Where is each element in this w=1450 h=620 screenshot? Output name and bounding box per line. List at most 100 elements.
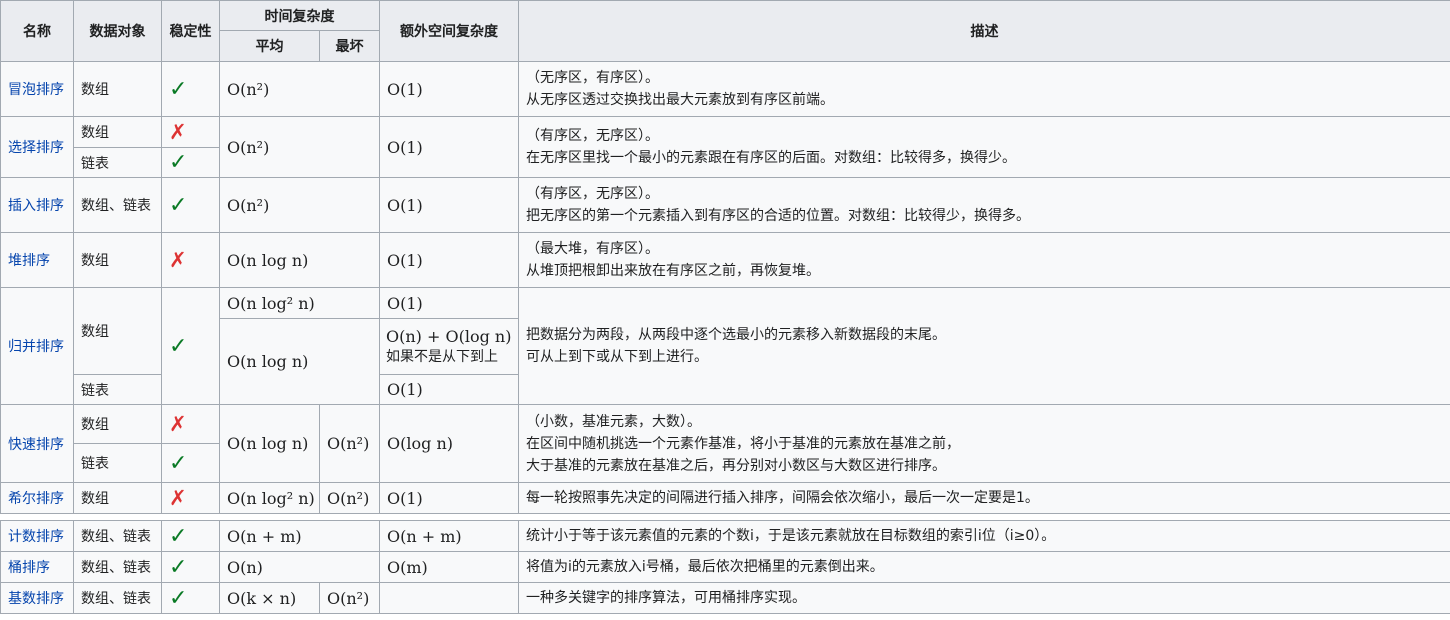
time-complexity: O(n log² n) [219, 287, 380, 319]
space-complexity: O(n) + O(log n) 如果不是从下到上 [379, 318, 519, 375]
description-line: （小数，基准元素，大数）。 [526, 413, 701, 430]
time-complexity-worst: O(n²) [319, 582, 380, 614]
time-complexity: O(n log n) [219, 318, 380, 405]
description: 每一轮按照事先决定的间隔进行插入排序，间隔会依次缩小，最后一次一定要是1。 [518, 482, 1450, 514]
description-line: 大于基准的元素放在基准之后，再分别对小数区与大数区进行排序。 [526, 457, 946, 474]
header-average[interactable]: 平均 [219, 30, 320, 62]
time-complexity: O(n) [219, 551, 380, 583]
space-complexity: O(1) [379, 232, 519, 288]
algorithm-link-bubble[interactable]: 冒泡排序 [0, 61, 74, 117]
time-complexity-worst: O(n²) [319, 404, 380, 483]
algorithm-link-shell[interactable]: 希尔排序 [0, 482, 74, 514]
header-stability[interactable]: 稳定性 [161, 0, 220, 62]
table-row: 插入排序 数组、链表 ✓ O(n²) O(1) （有序区，无序区）。 把无序区的… [0, 177, 1450, 233]
table-row: 基数排序 数组、链表 ✓ O(k × n) O(n²) 一种多关键字的排序算法，… [0, 582, 1450, 614]
data-object: 数组 [73, 232, 162, 288]
stable-check-icon: ✓ [161, 177, 220, 233]
header-time-complexity: 时间复杂度 [219, 0, 380, 31]
space-complexity: O(1) [379, 482, 519, 514]
stable-check-icon: ✓ [161, 61, 220, 117]
time-complexity: O(n²) [219, 177, 380, 233]
algorithm-link-bucket[interactable]: 桶排序 [0, 551, 74, 583]
table-row: 选择排序 数组 ✗ O(n²) O(1) （有序区，无序区）。 在无序区里找一个… [0, 116, 1450, 178]
unstable-cross-icon: ✗ [161, 232, 220, 288]
description: （小数，基准元素，大数）。 在区间中随机挑选一个元素作基准，将小于基准的元素放在… [518, 404, 1450, 483]
stable-check-icon: ✓ [161, 582, 220, 614]
time-complexity-average: O(n log² n) [219, 482, 320, 514]
space-complexity: O(1) [379, 116, 519, 178]
description: （最大堆，有序区）。 从堆顶把根卸出来放在有序区之前，再恢复堆。 [518, 232, 1450, 288]
space-complexity: O(log n) [379, 404, 519, 483]
space-complexity: O(1) [379, 61, 519, 117]
table-row: 快速排序 数组 ✗ O(n log n) O(n²) O(log n) （小数，… [0, 404, 1450, 483]
sorting-algorithms-table: 名称 数据对象 稳定性 时间复杂度 额外空间复杂度 描述 平均 最坏 冒泡排序 … [0, 0, 1450, 614]
algorithm-link-merge[interactable]: 归并排序 [0, 287, 74, 405]
description-line: 从无序区透过交换找出最大元素放到有序区前端。 [526, 92, 834, 108]
stable-check-icon: ✓ [161, 443, 220, 483]
algorithm-link-counting[interactable]: 计数排序 [0, 520, 74, 552]
space-complexity: O(1) [379, 287, 519, 319]
header-worst[interactable]: 最坏 [319, 30, 380, 62]
header-extra-space[interactable]: 额外空间复杂度 [379, 0, 519, 62]
description-line: 从堆顶把根卸出来放在有序区之前，再恢复堆。 [526, 263, 820, 279]
description-line: 在无序区里找一个最小的元素跟在有序区的后面。对数组：比较得多，换得少。 [526, 150, 1016, 166]
table-row: 堆排序 数组 ✗ O(n log n) O(1) （最大堆，有序区）。 从堆顶把… [0, 232, 1450, 288]
description: 一种多关键字的排序算法，可用桶排序实现。 [518, 582, 1450, 614]
description-line: 可从上到下或从下到上进行。 [526, 349, 708, 365]
space-complexity: O(1) [379, 374, 519, 405]
stable-check-icon: ✓ [161, 147, 220, 178]
time-complexity: O(n²) [219, 61, 380, 117]
description-line: 把数据分为两段，从两段中逐个选最小的元素移入新数据段的末尾。 [526, 327, 946, 343]
data-object: 数组、链表 [73, 177, 162, 233]
data-object: 数组 [73, 482, 162, 514]
algorithm-link-quick[interactable]: 快速排序 [0, 404, 74, 483]
description: 将值为i的元素放入i号桶，最后依次把桶里的元素倒出来。 [518, 551, 1450, 583]
space-complexity: O(1) [379, 177, 519, 233]
data-object: 数组、链表 [73, 582, 162, 614]
algorithm-link-insertion[interactable]: 插入排序 [0, 177, 74, 233]
table-row: 希尔排序 数组 ✗ O(n log² n) O(n²) O(1) 每一轮按照事先… [0, 482, 1450, 514]
time-complexity: O(n log n) [219, 232, 380, 288]
section-divider [0, 513, 1450, 521]
header-description[interactable]: 描述 [518, 0, 1450, 62]
data-object: 数组、链表 [73, 520, 162, 552]
space-complexity-value: O(n) + O(log n) [386, 326, 512, 346]
data-object: 链表 [73, 443, 162, 483]
description: 统计小于等于该元素值的元素的个数i，于是该元素就放在目标数组的索引i位（i≥0）… [518, 520, 1450, 552]
time-complexity-average: O(n log n) [219, 404, 320, 483]
time-complexity: O(n²) [219, 116, 380, 178]
algorithm-link-radix[interactable]: 基数排序 [0, 582, 74, 614]
space-complexity: O(n + m) [379, 520, 519, 552]
data-object: 数组 [73, 116, 162, 148]
data-object: 数组、链表 [73, 551, 162, 583]
data-object: 数组 [73, 287, 162, 375]
unstable-cross-icon: ✗ [161, 404, 220, 444]
algorithm-link-heap[interactable]: 堆排序 [0, 232, 74, 288]
algorithm-link-selection[interactable]: 选择排序 [0, 116, 74, 178]
stable-check-icon: ✓ [161, 551, 220, 583]
data-object: 数组 [73, 404, 162, 444]
space-complexity [379, 582, 519, 614]
stable-check-icon: ✓ [161, 520, 220, 552]
description: （无序区，有序区）。 从无序区透过交换找出最大元素放到有序区前端。 [518, 61, 1450, 117]
description-line: （有序区，无序区）。 [526, 128, 659, 144]
unstable-cross-icon: ✗ [161, 116, 220, 148]
data-object: 链表 [73, 147, 162, 178]
description-line: 在区间中随机挑选一个元素作基准，将小于基准的元素放在基准之前， [526, 435, 960, 452]
header-name[interactable]: 名称 [0, 0, 74, 62]
description-line: （最大堆，有序区）。 [526, 241, 659, 257]
stable-check-icon: ✓ [161, 287, 220, 405]
description-line: （有序区，无序区）。 [526, 186, 659, 202]
unstable-cross-icon: ✗ [161, 482, 220, 514]
description-line: （无序区，有序区）。 [526, 70, 659, 86]
description-line: 把无序区的第一个元素插入到有序区的合适的位置。对数组：比较得少，换得多。 [526, 208, 1030, 224]
time-complexity-worst: O(n²) [319, 482, 380, 514]
description: （有序区，无序区）。 把无序区的第一个元素插入到有序区的合适的位置。对数组：比较… [518, 177, 1450, 233]
data-object: 链表 [73, 374, 162, 405]
table-row: 计数排序 数组、链表 ✓ O(n + m) O(n + m) 统计小于等于该元素… [0, 520, 1450, 552]
header-data-object[interactable]: 数据对象 [73, 0, 162, 62]
space-complexity-note: 如果不是从下到上 [386, 348, 498, 365]
description: （有序区，无序区）。 在无序区里找一个最小的元素跟在有序区的后面。对数组：比较得… [518, 116, 1450, 178]
description: 把数据分为两段，从两段中逐个选最小的元素移入新数据段的末尾。 可从上到下或从下到… [518, 287, 1450, 405]
time-complexity: O(n + m) [219, 520, 380, 552]
